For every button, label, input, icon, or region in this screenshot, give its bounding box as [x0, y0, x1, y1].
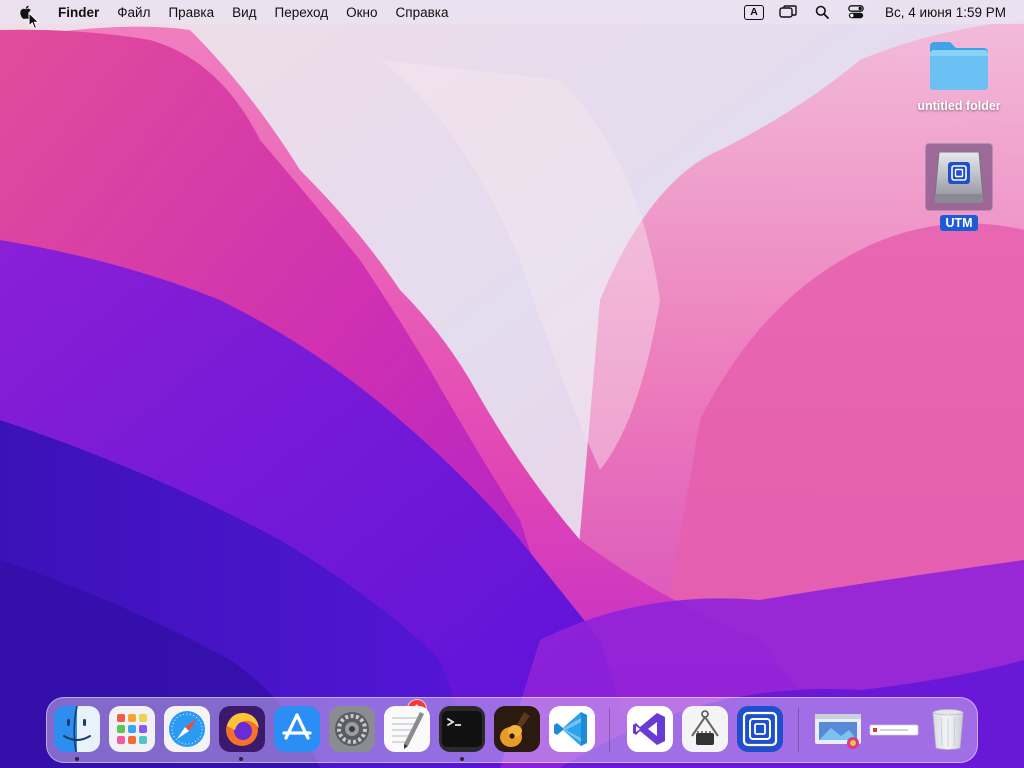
vscode-icon — [554, 712, 587, 746]
running-indicator — [75, 757, 79, 761]
dock-trash[interactable] — [925, 706, 971, 752]
desktop-item-untitled-folder[interactable]: untitled folder — [904, 36, 1014, 114]
input-source-menu[interactable]: A — [743, 3, 765, 21]
dock-visual-studio[interactable] — [627, 706, 673, 752]
desktop-wallpaper — [0, 0, 1024, 768]
menu-go[interactable]: Переход — [275, 5, 329, 20]
system-preferences-icon — [335, 712, 369, 746]
control-center-icon[interactable] — [845, 3, 867, 21]
system-information-icon — [691, 710, 719, 745]
dock-safari[interactable] — [164, 706, 210, 752]
dock-firefox[interactable] — [219, 706, 265, 752]
dock: 1 — [46, 697, 978, 763]
app-store-icon — [282, 713, 312, 740]
external-disk-icon — [934, 151, 984, 203]
selection-highlight — [925, 143, 993, 211]
safari-icon — [169, 711, 205, 747]
desktop-item-label: untitled folder — [917, 99, 1001, 113]
garageband-icon — [500, 712, 530, 747]
desktop-item-label: UTM — [940, 215, 978, 231]
running-indicator — [239, 757, 243, 761]
dock-separator — [609, 708, 610, 752]
visual-studio-icon — [633, 713, 665, 745]
spotlight-search-icon[interactable] — [811, 3, 833, 21]
menu-view[interactable]: Вид — [232, 5, 256, 20]
desktop-item-utm-disk[interactable]: UTM — [904, 143, 1014, 231]
trash-icon — [932, 709, 964, 750]
running-indicator — [460, 757, 464, 761]
dock-finder[interactable] — [54, 706, 100, 752]
downloads-stack-icon — [869, 724, 919, 736]
menu-bar: Finder Файл Правка Вид Переход Окно Спра… — [0, 0, 1024, 24]
mouse-cursor-icon — [28, 12, 40, 30]
screen-mirroring-icon[interactable] — [777, 3, 799, 21]
dock-downloads-stack[interactable] — [868, 706, 922, 752]
dock-minimized-window[interactable] — [813, 706, 865, 752]
status-area: A Вс, 4 июня 1:59 PM — [737, 3, 1006, 21]
dock-terminal[interactable] — [439, 706, 485, 752]
dock-garageband[interactable] — [494, 706, 540, 752]
window-thumbnail-icon — [815, 714, 861, 749]
launchpad-icon — [117, 714, 147, 744]
dock-utm[interactable] — [737, 706, 783, 752]
menubar-clock[interactable]: Вс, 4 июня 1:59 PM — [885, 5, 1006, 20]
dock-system-preferences[interactable] — [329, 706, 375, 752]
dock-launchpad[interactable] — [109, 706, 155, 752]
finder-icon — [54, 706, 100, 752]
dock-system-information[interactable] — [682, 706, 728, 752]
menu-help[interactable]: Справка — [396, 5, 449, 20]
menu-edit[interactable]: Правка — [168, 5, 214, 20]
utm-icon — [742, 711, 778, 747]
menu-window[interactable]: Окно — [346, 5, 377, 20]
dock-app-store[interactable] — [274, 706, 320, 752]
dock-textedit[interactable] — [384, 706, 430, 752]
textedit-icon — [392, 712, 424, 749]
folder-icon — [930, 42, 988, 90]
dock-vscode[interactable] — [549, 706, 595, 752]
firefox-icon — [219, 706, 265, 752]
menu-app-finder[interactable]: Finder — [58, 5, 99, 20]
dock-separator — [798, 708, 799, 752]
terminal-icon — [442, 711, 482, 747]
menu-file[interactable]: Файл — [117, 5, 150, 20]
input-source-label: A — [744, 4, 765, 20]
